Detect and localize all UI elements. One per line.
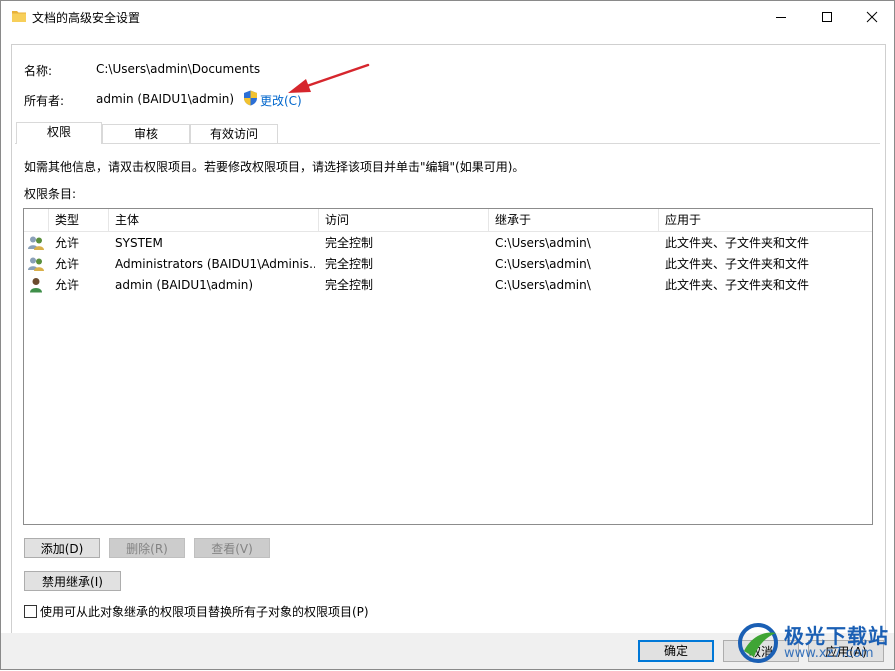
disable-inheritance-button[interactable]: 禁用继承(I) — [24, 571, 121, 591]
owner-value: admin (BAIDU1\admin) — [96, 92, 235, 106]
group-users-icon — [28, 236, 44, 250]
maximize-button[interactable] — [804, 1, 850, 32]
watermark-url: www.xz7.com — [784, 646, 874, 661]
group-users-icon — [28, 257, 44, 271]
remove-button[interactable]: 删除(R) — [109, 538, 185, 558]
row-inherited-from: C:\Users\admin\ — [495, 278, 591, 292]
annotation-arrow-icon — [288, 63, 370, 93]
name-label: 名称: — [24, 64, 53, 78]
ok-button[interactable]: 确定 — [638, 640, 714, 662]
window-title: 文档的高级安全设置 — [32, 11, 141, 25]
row-type: 允许 — [55, 236, 80, 250]
table-row[interactable]: 允许 admin (BAIDU1\admin) 完全控制 C:\Users\ad… — [24, 275, 872, 296]
close-icon — [866, 11, 878, 23]
permission-entries-table[interactable]: 类型 主体 访问 继承于 应用于 允许 SYSTEM 完全控制 C:\Users… — [23, 208, 873, 525]
column-header-icon[interactable] — [24, 209, 49, 231]
row-access: 完全控制 — [325, 278, 374, 292]
row-type: 允许 — [55, 257, 80, 271]
row-type: 允许 — [55, 278, 80, 292]
user-icon — [30, 278, 42, 293]
row-applies-to: 此文件夹、子文件夹和文件 — [665, 257, 810, 271]
minimize-button[interactable] — [758, 1, 804, 32]
row-applies-to: 此文件夹、子文件夹和文件 — [665, 278, 810, 292]
column-header-applies-to[interactable]: 应用于 — [659, 209, 872, 231]
folder-icon — [12, 11, 26, 22]
row-access: 完全控制 — [325, 236, 374, 250]
watermark-logo-icon — [738, 623, 778, 663]
title-bar[interactable]: 文档的高级安全设置 — [1, 1, 894, 32]
row-principal: admin (BAIDU1\admin) — [115, 278, 254, 292]
column-header-inherited-from[interactable]: 继承于 — [489, 209, 659, 231]
replace-child-permissions-label[interactable]: 使用可从此对象继承的权限项目替换所有子对象的权限项目(P) — [40, 603, 369, 620]
info-text: 如需其他信息，请双击权限项目。若要修改权限项目，请选择该项目并单击"编辑"(如果… — [24, 160, 525, 174]
table-header: 类型 主体 访问 继承于 应用于 — [24, 209, 872, 232]
minimize-icon — [776, 17, 786, 18]
dialog-window: 文档的高级安全设置 名称: C:\Users\admin\Documents 所… — [0, 0, 895, 670]
row-principal: Administrators (BAIDU1\Adminis... — [115, 257, 315, 271]
row-inherited-from: C:\Users\admin\ — [495, 236, 591, 250]
table-row[interactable]: 允许 Administrators (BAIDU1\Adminis... 完全控… — [24, 254, 872, 275]
permission-entries-label: 权限条目: — [24, 187, 77, 201]
row-principal: SYSTEM — [115, 236, 163, 250]
replace-child-permissions-checkbox[interactable] — [24, 605, 37, 618]
add-button[interactable]: 添加(D) — [24, 538, 100, 558]
row-applies-to: 此文件夹、子文件夹和文件 — [665, 236, 810, 250]
view-button[interactable]: 查看(V) — [194, 538, 270, 558]
tab-auditing[interactable]: 审核 — [102, 124, 190, 143]
row-access: 完全控制 — [325, 257, 374, 271]
tab-effective-access[interactable]: 有效访问 — [190, 124, 278, 143]
owner-label: 所有者: — [24, 94, 65, 108]
close-button[interactable] — [849, 1, 895, 32]
name-value: C:\Users\admin\Documents — [96, 62, 261, 76]
column-header-principal[interactable]: 主体 — [109, 209, 319, 231]
column-header-type[interactable]: 类型 — [49, 209, 109, 231]
row-inherited-from: C:\Users\admin\ — [495, 257, 591, 271]
table-row[interactable]: 允许 SYSTEM 完全控制 C:\Users\admin\ 此文件夹、子文件夹… — [24, 233, 872, 254]
watermark: 极光下载站 www.xz7.com — [734, 615, 894, 671]
uac-shield-icon — [244, 90, 257, 106]
column-header-access[interactable]: 访问 — [319, 209, 489, 231]
tab-permissions[interactable]: 权限 — [16, 122, 102, 144]
watermark-text: 极光下载站 — [784, 624, 889, 648]
maximize-icon — [822, 12, 832, 22]
